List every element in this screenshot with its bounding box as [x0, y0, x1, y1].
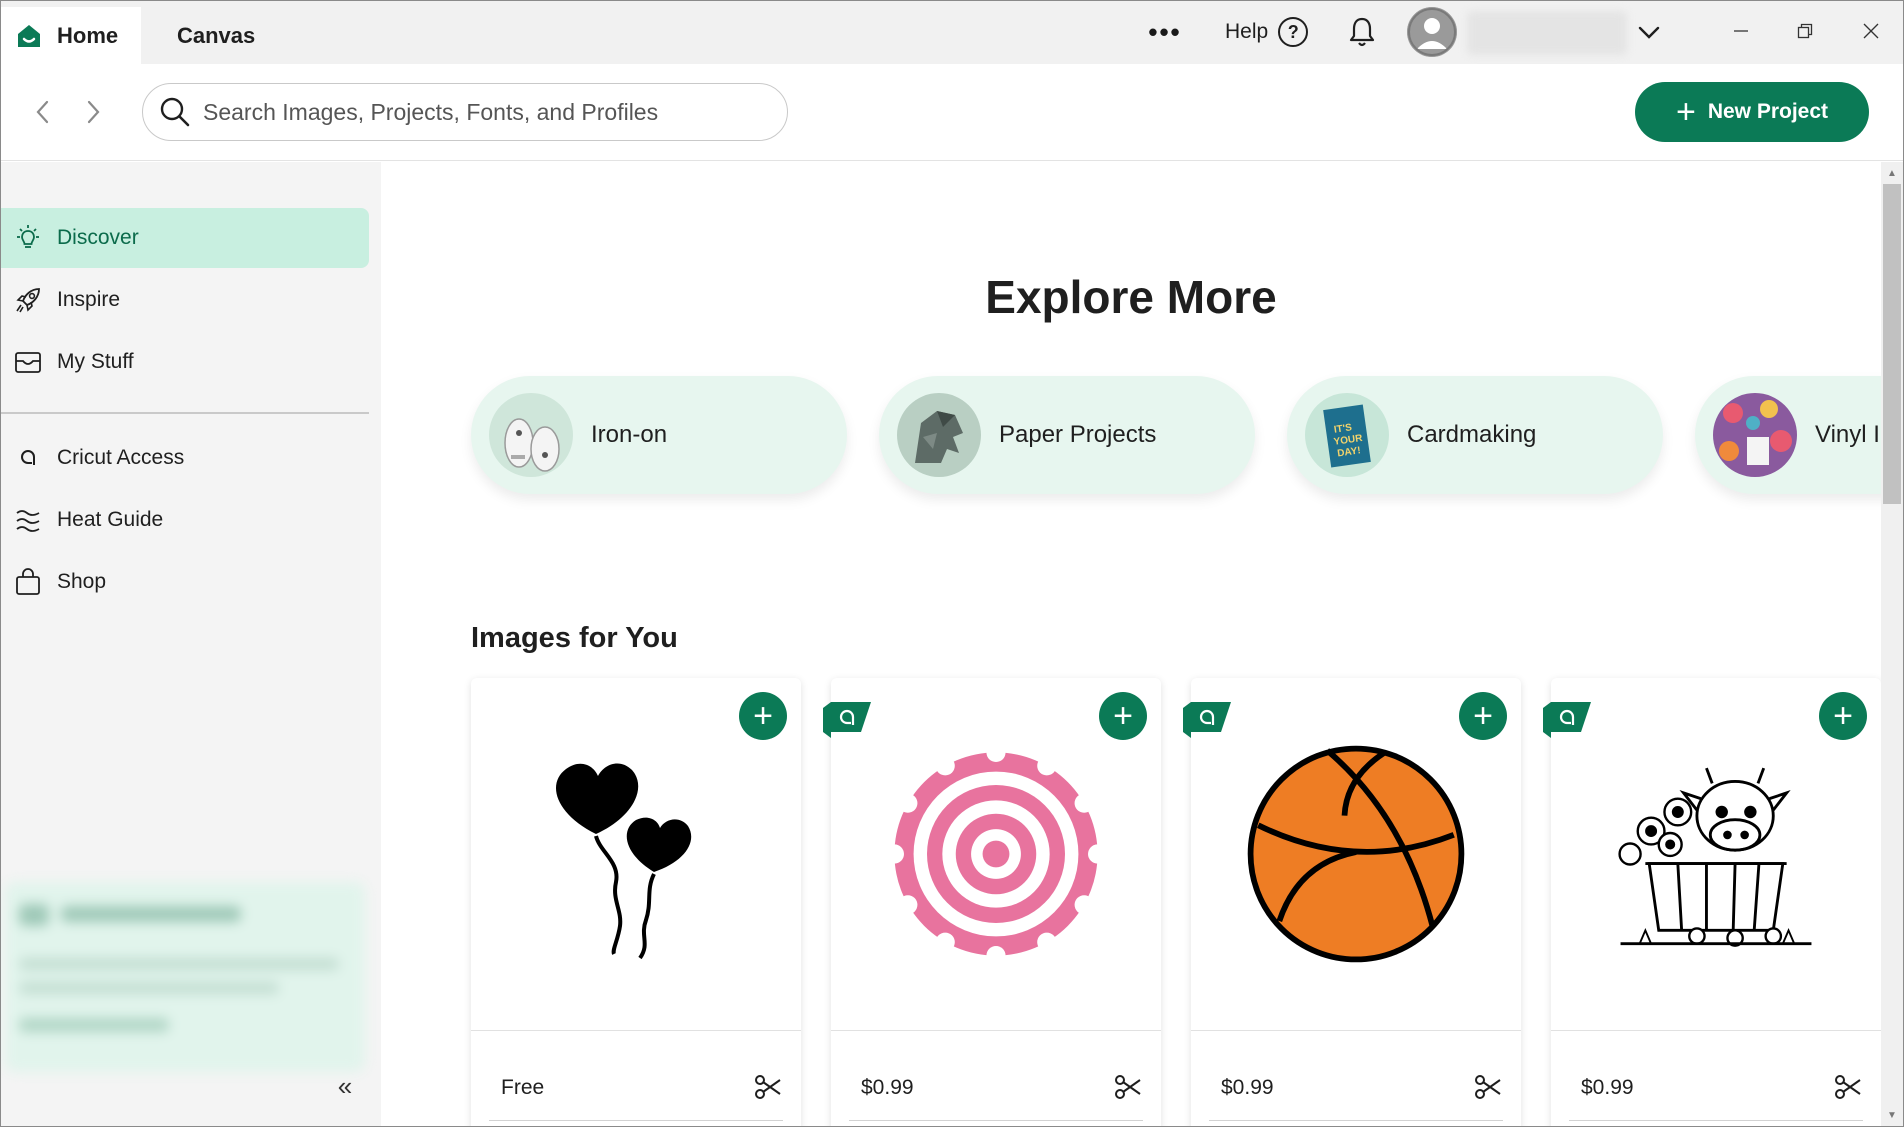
collapse-sidebar-button[interactable]: « — [327, 1068, 363, 1104]
scissors-icon — [1835, 1075, 1861, 1099]
category-iron-on[interactable]: Iron-on — [471, 376, 847, 494]
access-icon — [13, 443, 43, 473]
scroll-down-arrow-icon[interactable]: ▼ — [1881, 1106, 1903, 1124]
close-button[interactable] — [1849, 11, 1893, 51]
title-bar: Home Canvas ••• Help ? — [1, 1, 1903, 64]
image-card[interactable]: + $0.99 — [823, 678, 1161, 1126]
category-label: Iron-on — [591, 421, 668, 448]
heat-waves-icon — [13, 505, 43, 535]
sidebar-item-label: Discover — [57, 226, 139, 249]
add-image-button[interactable]: + — [1459, 692, 1507, 740]
vertical-scrollbar[interactable]: ▲ ▼ — [1881, 162, 1903, 1126]
help-button[interactable]: Help ? — [1225, 13, 1309, 51]
new-project-label: New Project — [1707, 100, 1829, 123]
card-footer-line — [1209, 1120, 1503, 1121]
scissors-icon — [1115, 1075, 1141, 1099]
category-label: Vinyl I — [1815, 421, 1880, 448]
sidebar-item-label: Cricut Access — [57, 446, 185, 469]
search-box[interactable] — [142, 83, 788, 141]
images-for-you-title: Images for You — [471, 622, 678, 654]
card-footer-line — [849, 1120, 1143, 1121]
add-image-button[interactable]: + — [739, 692, 787, 740]
sidebar-item-discover[interactable]: Discover — [1, 208, 369, 268]
toolbar: + New Project — [1, 64, 1903, 161]
bell-icon[interactable] — [1343, 13, 1381, 51]
minimize-icon — [1734, 30, 1748, 32]
avatar-icon — [1407, 7, 1457, 57]
image-price: $0.99 — [861, 1076, 914, 1099]
category-paper-projects[interactable]: Paper Projects — [879, 376, 1255, 494]
card-separator — [471, 1030, 801, 1031]
chevron-right-icon — [87, 100, 100, 124]
tab-canvas[interactable]: Canvas — [177, 7, 255, 64]
image-price: $0.99 — [1221, 1076, 1274, 1099]
image-card[interactable]: + $0.99 — [1543, 678, 1881, 1126]
back-button[interactable] — [25, 94, 61, 130]
category-label: Paper Projects — [999, 421, 1157, 448]
main-content: Explore More Iron-on Paper Projects IT'S… — [381, 162, 1881, 1126]
scrollbar-thumb[interactable] — [1883, 184, 1901, 504]
card-footer-line — [1569, 1120, 1863, 1121]
search-icon — [160, 97, 190, 127]
tab-home[interactable]: Home — [1, 7, 141, 64]
app-window: Home Canvas ••• Help ? Search Images, Pr… — [0, 0, 1904, 1127]
category-vinyl[interactable]: Vinyl I — [1695, 376, 1881, 494]
restore-icon — [1797, 23, 1813, 39]
help-label: Help — [1225, 20, 1269, 43]
sidebar-item-label: Heat Guide — [57, 508, 164, 531]
sidebar-item-shop[interactable]: Shop — [1, 552, 369, 612]
sidebar-item-heat-guide[interactable]: Heat Guide — [1, 490, 369, 550]
tab-home-label: Home — [57, 22, 119, 48]
sidebar-item-label: My Stuff — [57, 350, 134, 373]
sidebar: Discover Inspire My Stuff Cricut Access … — [1, 162, 381, 1126]
chevron-down-icon[interactable] — [1631, 15, 1667, 51]
card-separator — [831, 1030, 1161, 1031]
close-icon — [1863, 23, 1879, 39]
restore-button[interactable] — [1783, 11, 1827, 51]
search-input[interactable] — [203, 98, 763, 126]
add-image-button[interactable]: + — [1099, 692, 1147, 740]
promo-card-redacted — [5, 882, 365, 1072]
add-image-button[interactable]: + — [1819, 692, 1867, 740]
minimize-button[interactable] — [1719, 11, 1763, 51]
tab-canvas-label: Canvas — [177, 22, 256, 48]
shopping-bag-icon — [13, 567, 43, 597]
forward-button[interactable] — [75, 94, 111, 130]
chevron-left-icon — [36, 100, 49, 124]
sidebar-divider — [1, 412, 369, 414]
inbox-icon — [13, 347, 43, 377]
scissors-icon — [1475, 1075, 1501, 1099]
image-card[interactable]: + $0.99 — [1183, 678, 1521, 1126]
avatar[interactable] — [1407, 7, 1457, 57]
sidebar-item-my-stuff[interactable]: My Stuff — [1, 332, 369, 392]
question-icon: ? — [1278, 17, 1309, 47]
scroll-up-arrow-icon[interactable]: ▲ — [1881, 164, 1903, 182]
category-label: Cardmaking — [1407, 421, 1537, 448]
image-price: $0.99 — [1581, 1076, 1634, 1099]
plus-icon: + — [1675, 93, 1696, 131]
lightbulb-icon — [13, 223, 43, 253]
ellipsis-icon[interactable]: ••• — [1145, 15, 1185, 49]
explore-title: Explore More — [985, 271, 1277, 323]
username-redacted — [1467, 11, 1627, 55]
home-logo-icon — [18, 24, 40, 47]
sidebar-item-inspire[interactable]: Inspire — [1, 270, 369, 330]
category-cardmaking[interactable]: IT'S YOUR DAY! Cardmaking — [1287, 376, 1663, 494]
paper-projects-thumbnail — [897, 393, 981, 477]
card-separator — [1191, 1030, 1521, 1031]
image-card[interactable]: + Free — [471, 678, 801, 1126]
sidebar-item-label: Shop — [57, 570, 107, 593]
rocket-icon — [13, 285, 43, 315]
card-footer-line — [489, 1120, 783, 1121]
image-price: Free — [501, 1076, 545, 1099]
collapse-label: « — [337, 1070, 353, 1101]
sidebar-item-cricut-access[interactable]: Cricut Access — [1, 428, 369, 488]
scissors-icon — [755, 1075, 781, 1099]
cardmaking-thumbnail: IT'S YOUR DAY! — [1305, 393, 1389, 477]
sidebar-item-label: Inspire — [57, 288, 121, 311]
vinyl-thumbnail — [1713, 393, 1797, 477]
new-project-button[interactable]: + New Project — [1635, 82, 1869, 142]
iron-on-thumbnail — [489, 393, 573, 477]
card-separator — [1551, 1030, 1881, 1031]
